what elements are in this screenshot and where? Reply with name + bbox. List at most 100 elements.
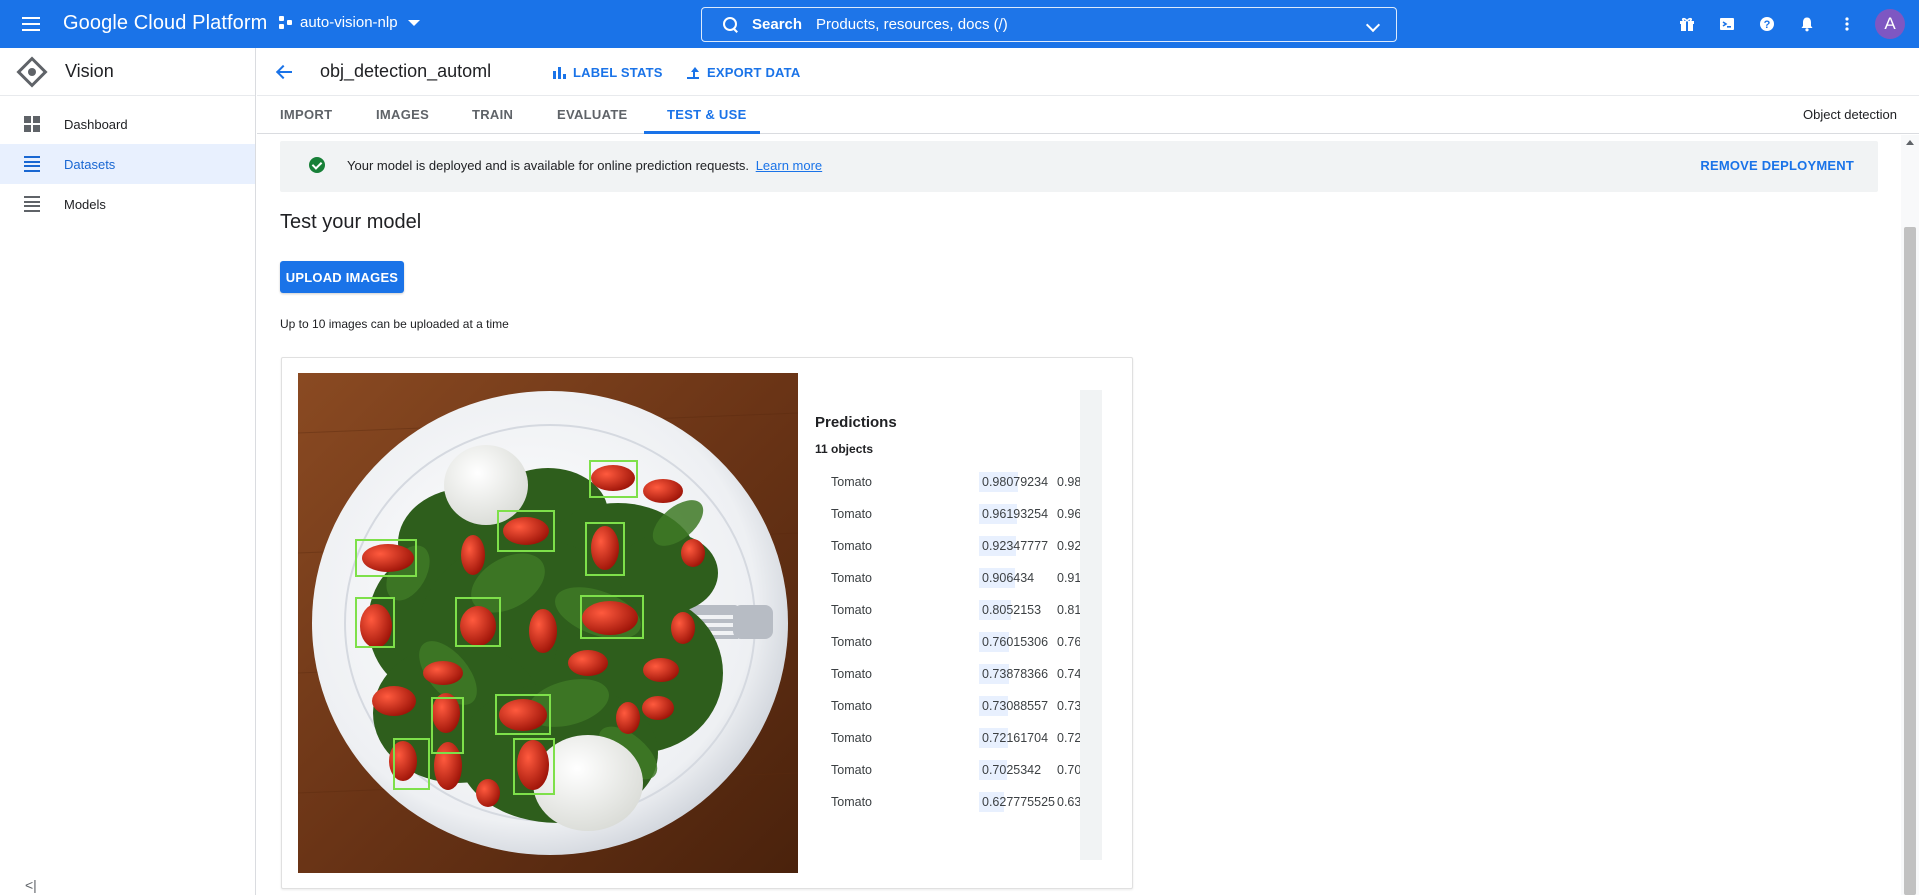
confidence-bar: 0.7025342 — [979, 760, 1051, 780]
page-scrollbar[interactable] — [1901, 135, 1919, 895]
export-data-button[interactable]: EXPORT DATA — [687, 65, 800, 80]
prediction-label: Tomato — [831, 635, 872, 649]
export-data-label: EXPORT DATA — [707, 65, 801, 80]
prediction-row[interactable]: Tomato 0.76015306 0.76 — [831, 632, 1095, 652]
sidebar-item-dashboard[interactable]: Dashboard — [0, 104, 255, 144]
export-icon — [687, 66, 699, 79]
test-image — [298, 373, 798, 873]
sidebar-item-label: Datasets — [64, 156, 116, 172]
predictions-panel: Predictions 11 objects Tomato 0.98079234 0… — [815, 390, 1095, 860]
top-bar-actions: ? A — [1667, 0, 1919, 48]
remove-deployment-button[interactable]: REMOVE DEPLOYMENT — [1700, 158, 1854, 173]
confidence-bar: 0.906434 — [979, 568, 1051, 588]
salad-photo — [298, 373, 798, 873]
label-stats-button[interactable]: LABEL STATS — [553, 65, 663, 80]
prediction-row[interactable]: Tomato 0.73088557 0.73 — [831, 696, 1095, 716]
prediction-label: Tomato — [831, 763, 872, 777]
prediction-row[interactable]: Tomato 0.627775525 0.63 — [831, 792, 1095, 812]
tab-evaluate[interactable]: EVALUATE — [557, 107, 628, 122]
prediction-row[interactable]: Tomato 0.92347777 0.92 — [831, 536, 1095, 556]
sidebar-item-label: Models — [64, 196, 106, 212]
main-content: Your model is deployed and is available … — [257, 135, 1901, 895]
page-title: obj_detection_automl — [320, 61, 492, 81]
confidence-bar: 0.73088557 — [979, 696, 1051, 716]
confidence-score: 0.96193254 — [982, 507, 1049, 521]
svg-text:?: ? — [1764, 19, 1771, 31]
prediction-row[interactable]: Tomato 0.8052153 0.81 — [831, 600, 1095, 620]
dashboard-icon — [24, 116, 40, 132]
prediction-label: Tomato — [831, 667, 872, 681]
predictions-title: Predictions — [815, 414, 897, 431]
sidebar-item-label: Dashboard — [64, 116, 128, 132]
account-avatar[interactable]: A — [1875, 9, 1905, 39]
confidence-rounded: 0.70 — [1057, 763, 1082, 777]
confidence-bar: 0.73878366 — [979, 664, 1051, 684]
tab-import[interactable]: IMPORT — [280, 107, 332, 122]
label-stats-label: LABEL STATS — [573, 65, 663, 80]
search-input[interactable]: Products, resources, docs (/) — [816, 16, 1008, 33]
sidebar-item-models[interactable]: Models — [0, 184, 255, 224]
tab-images[interactable]: IMAGES — [376, 107, 429, 122]
prediction-label: Tomato — [831, 475, 872, 489]
tab-bar: IMPORT IMAGES TRAIN EVALUATE TEST & USE … — [257, 97, 1919, 134]
upload-hint: Up to 10 images can be uploaded at a tim… — [280, 317, 509, 331]
project-name: auto-vision-nlp — [300, 14, 398, 31]
collapse-sidebar-icon[interactable]: <| — [25, 877, 37, 893]
confidence-rounded: 0.63 — [1057, 795, 1082, 809]
notifications-icon[interactable] — [1787, 0, 1827, 48]
list-icon — [24, 196, 40, 212]
project-selector[interactable]: auto-vision-nlp — [278, 14, 420, 31]
confidence-rounded: 0.73 — [1057, 699, 1082, 713]
search-bar[interactable]: Search Products, resources, docs (/) — [701, 7, 1397, 42]
confidence-score: 0.92347777 — [982, 539, 1049, 553]
list-icon — [24, 156, 40, 172]
hamburger-menu-icon[interactable] — [20, 13, 42, 35]
prediction-row[interactable]: Tomato 0.7025342 0.70 — [831, 760, 1095, 780]
prediction-label: Tomato — [831, 539, 872, 553]
tab-train[interactable]: TRAIN — [472, 107, 513, 122]
scroll-up-arrow-icon[interactable] — [1906, 140, 1914, 145]
confidence-bar: 0.8052153 — [979, 600, 1051, 620]
prediction-row[interactable]: Tomato 0.906434 0.91 — [831, 568, 1095, 588]
upload-images-button[interactable]: UPLOAD IMAGES — [280, 261, 404, 293]
prediction-label: Tomato — [831, 507, 872, 521]
cloud-shell-icon[interactable] — [1707, 0, 1747, 48]
top-app-bar: Google Cloud Platform auto-vision-nlp Se… — [0, 0, 1919, 48]
confidence-bar: 0.627775525 — [979, 792, 1055, 812]
prediction-row[interactable]: Tomato 0.72161704 0.72 — [831, 728, 1095, 748]
prediction-row[interactable]: Tomato 0.73878366 0.74 — [831, 664, 1095, 684]
prediction-row[interactable]: Tomato 0.98079234 0.98 — [831, 472, 1095, 492]
confidence-score: 0.8052153 — [982, 603, 1042, 617]
bar-chart-icon — [553, 66, 566, 79]
tab-test-and-use[interactable]: TEST & USE — [667, 107, 747, 122]
sidebar-item-datasets[interactable]: Datasets — [0, 144, 255, 184]
prediction-row[interactable]: Tomato 0.96193254 0.96 — [831, 504, 1095, 524]
more-vert-icon[interactable] — [1827, 0, 1867, 48]
search-icon — [722, 16, 740, 34]
predictions-scrollbar[interactable] — [1080, 390, 1102, 860]
confidence-rounded: 0.76 — [1057, 635, 1082, 649]
prediction-label: Tomato — [831, 795, 872, 809]
confidence-bar: 0.72161704 — [979, 728, 1051, 748]
prediction-card: Predictions 11 objects Tomato 0.98079234 0… — [281, 357, 1133, 889]
prediction-label: Tomato — [831, 731, 872, 745]
confidence-score: 0.76015306 — [982, 635, 1049, 649]
confidence-rounded: 0.74 — [1057, 667, 1082, 681]
chevron-down-icon[interactable] — [1365, 17, 1381, 33]
check-circle-icon — [309, 157, 325, 173]
prediction-label: Tomato — [831, 603, 872, 617]
back-arrow-icon[interactable] — [274, 62, 294, 82]
brand-logo[interactable]: Google Cloud Platform — [63, 12, 267, 35]
sidebar: Vision Dashboard Datasets Models <| — [0, 48, 256, 895]
confidence-rounded: 0.91 — [1057, 571, 1082, 585]
gift-icon[interactable] — [1667, 0, 1707, 48]
prediction-label: Tomato — [831, 699, 872, 713]
deployment-banner: Your model is deployed and is available … — [280, 141, 1878, 192]
confidence-score: 0.73878366 — [982, 667, 1049, 681]
learn-more-link[interactable]: Learn more — [756, 158, 822, 173]
section-title: Test your model — [280, 211, 422, 233]
help-icon[interactable]: ? — [1747, 0, 1787, 48]
sidebar-header: Vision — [0, 48, 255, 96]
scrollbar-thumb[interactable] — [1904, 227, 1916, 895]
confidence-rounded: 0.92 — [1057, 539, 1082, 553]
